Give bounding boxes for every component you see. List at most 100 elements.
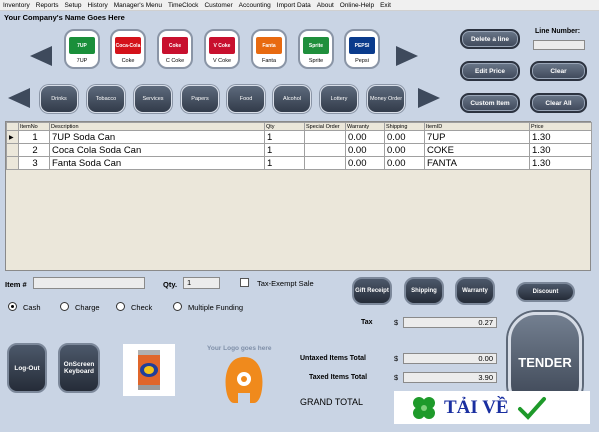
cell-description: Fanta Soda Can bbox=[49, 156, 265, 170]
product-button-c-coke[interactable]: Coke C Coke bbox=[157, 29, 193, 69]
product-label: 7UP bbox=[76, 58, 88, 64]
clear-button[interactable]: Clear bbox=[530, 61, 587, 81]
table-row[interactable]: ▶ 1 7UP Soda Can 1 0.00 0.00 7UP 1.30 bbox=[6, 130, 592, 144]
fanta-logo-icon: Fanta bbox=[256, 37, 282, 54]
logout-button[interactable]: Log-Out bbox=[7, 343, 47, 393]
category-prev-arrow-icon[interactable] bbox=[8, 88, 30, 108]
product-button-fanta[interactable]: Fanta Fanta bbox=[251, 29, 287, 69]
product-button-7up[interactable]: 7UP 7UP bbox=[64, 29, 100, 69]
product-label: Pepsi bbox=[355, 58, 369, 64]
multiple-funding-label: Multiple Funding bbox=[188, 303, 244, 312]
menu-accounting[interactable]: Accounting bbox=[236, 0, 274, 10]
onscreen-keyboard-button[interactable]: OnScreen Keyboard bbox=[58, 343, 100, 393]
product-label: Sprite bbox=[308, 58, 324, 64]
item-number-input[interactable] bbox=[33, 277, 145, 289]
tax-exempt-checkbox[interactable] bbox=[240, 278, 249, 287]
untaxed-value: 0.00 bbox=[403, 353, 497, 364]
menu-inventory[interactable]: Inventory bbox=[0, 0, 33, 10]
header-description: Description bbox=[49, 122, 265, 131]
qty-input[interactable]: 1 bbox=[183, 277, 220, 289]
menu-about[interactable]: About bbox=[314, 0, 337, 10]
clover-icon bbox=[413, 396, 435, 419]
cell-itemno: 3 bbox=[18, 156, 50, 170]
coke-logo-icon: Coca-Cola bbox=[115, 37, 141, 54]
header-itemno: ItemNo bbox=[18, 122, 50, 131]
cash-radio[interactable] bbox=[8, 302, 17, 311]
product-button-v-coke[interactable]: V Coke V Coke bbox=[204, 29, 240, 69]
product-prev-arrow-icon[interactable] bbox=[30, 46, 52, 66]
menu-customer[interactable]: Customer bbox=[201, 0, 235, 10]
menu-history[interactable]: History bbox=[85, 0, 111, 10]
v-coke-logo-icon: V Coke bbox=[209, 37, 235, 54]
category-papers[interactable]: Papers bbox=[181, 85, 219, 113]
custom-item-button[interactable]: Custom Item bbox=[460, 93, 520, 113]
product-label: Coke bbox=[121, 58, 135, 64]
tax-label: Tax bbox=[361, 319, 373, 326]
multiple-funding-radio[interactable] bbox=[173, 302, 182, 311]
product-label: C Coke bbox=[165, 58, 185, 64]
header-shipping: Shipping bbox=[384, 122, 425, 131]
untaxed-label: Untaxed Items Total bbox=[300, 355, 366, 362]
line-number-input[interactable] bbox=[533, 40, 585, 50]
category-services[interactable]: Services bbox=[134, 85, 172, 113]
cell-price: 1.30 bbox=[529, 130, 592, 144]
cell-qty: 1 bbox=[264, 156, 305, 170]
menu-managers-menu[interactable]: Manager's Menu bbox=[111, 0, 165, 10]
edit-price-button[interactable]: Edit Price bbox=[460, 61, 520, 81]
taxed-currency: $ bbox=[394, 373, 399, 382]
category-drinks[interactable]: Drinks bbox=[40, 85, 78, 113]
cell-shipping: 0.00 bbox=[384, 156, 425, 170]
category-money-order[interactable]: Money Order bbox=[367, 85, 405, 113]
product-image bbox=[123, 344, 175, 396]
menu-import-data[interactable]: Import Data bbox=[274, 0, 314, 10]
category-food[interactable]: Food bbox=[227, 85, 265, 113]
category-alcohol[interactable]: Alcohol bbox=[273, 85, 311, 113]
menu-exit[interactable]: Exit bbox=[377, 0, 394, 10]
product-button-pepsi[interactable]: PEPSI Pepsi bbox=[344, 29, 380, 69]
product-button-sprite[interactable]: Sprite Sprite bbox=[298, 29, 334, 69]
delete-line-button[interactable]: Delete a line bbox=[460, 29, 520, 49]
charge-radio[interactable] bbox=[60, 302, 69, 311]
menu-setup[interactable]: Setup bbox=[62, 0, 85, 10]
qty-label: Qty. bbox=[163, 280, 178, 289]
tax-exempt-label: Tax-Exempt Sale bbox=[257, 279, 314, 288]
row-indicator-header bbox=[6, 122, 19, 131]
logo-placeholder-text: Your Logo goes here bbox=[207, 345, 272, 352]
product-next-arrow-icon[interactable] bbox=[396, 46, 418, 66]
cell-itemno: 1 bbox=[18, 130, 50, 144]
table-row[interactable]: 3 Fanta Soda Can 1 0.00 0.00 FANTA 1.30 bbox=[6, 156, 592, 170]
menu-reports[interactable]: Reports bbox=[33, 0, 62, 10]
discount-button[interactable]: Discount bbox=[516, 282, 575, 302]
warranty-button[interactable]: Warranty bbox=[455, 277, 495, 305]
cash-label: Cash bbox=[23, 303, 41, 312]
row-pointer-icon: ▶ bbox=[6, 130, 19, 144]
product-label: V Coke bbox=[212, 58, 232, 64]
product-button-coke[interactable]: Coca-Cola Coke bbox=[110, 29, 146, 69]
cell-special-order bbox=[304, 156, 346, 170]
charge-label: Charge bbox=[75, 303, 100, 312]
check-radio[interactable] bbox=[116, 302, 125, 311]
category-next-arrow-icon[interactable] bbox=[418, 88, 440, 108]
company-name: Your Company's Name Goes Here bbox=[4, 13, 125, 22]
sprite-logo-icon: Sprite bbox=[303, 37, 329, 54]
cell-warranty: 0.00 bbox=[345, 156, 385, 170]
checkmark-icon bbox=[517, 396, 546, 420]
row-indicator bbox=[6, 143, 19, 157]
table-header: ItemNo Description Qty Special Order War… bbox=[6, 122, 592, 131]
shipping-button[interactable]: Shipping bbox=[404, 277, 444, 305]
clear-all-button[interactable]: Clear All bbox=[530, 93, 587, 113]
gift-receipt-button[interactable]: Gift Receipt bbox=[352, 277, 392, 305]
sales-grid[interactable]: ItemNo Description Qty Special Order War… bbox=[5, 121, 592, 271]
category-tobacco[interactable]: Tobacco bbox=[87, 85, 125, 113]
taxed-value: 3.90 bbox=[403, 372, 497, 383]
header-warranty: Warranty bbox=[345, 122, 385, 131]
cell-special-order bbox=[304, 143, 346, 157]
product-label: Fanta bbox=[261, 58, 277, 64]
menu-online-help[interactable]: Online-Help bbox=[337, 0, 377, 10]
untaxed-currency: $ bbox=[394, 354, 399, 363]
table-row[interactable]: 2 Coca Cola Soda Can 1 0.00 0.00 COKE 1.… bbox=[6, 143, 592, 157]
menu-timeclock[interactable]: TimeClock bbox=[165, 0, 201, 10]
cell-price: 1.30 bbox=[529, 143, 592, 157]
category-lottery[interactable]: Lottery bbox=[320, 85, 358, 113]
line-number-label: Line Number: bbox=[535, 28, 581, 35]
